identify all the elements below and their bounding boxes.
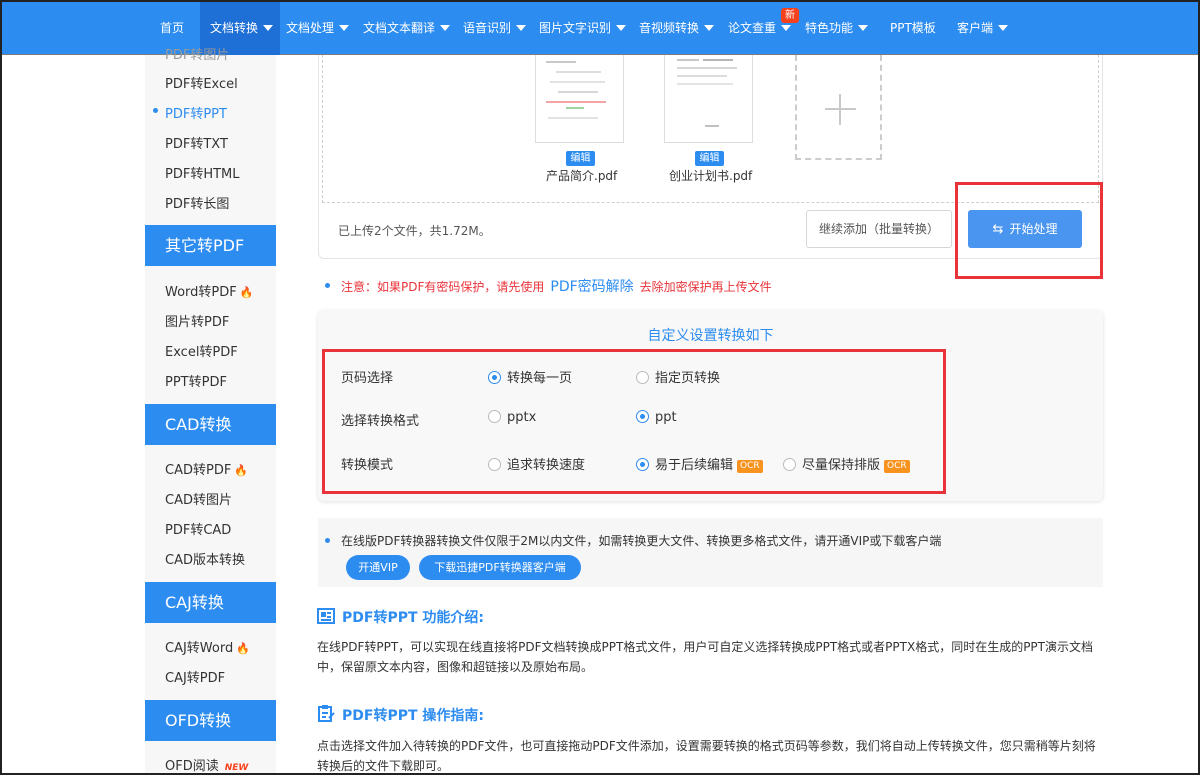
fire-icon: 🔥 xyxy=(234,464,249,477)
sidebar-item-cad-to-pdf[interactable]: CAD转PDF 🔥 xyxy=(165,459,248,478)
password-notice: 注意：如果PDF有密码保护，请先使用 PDF密码解除 去除加密保护再上传文件 xyxy=(341,279,772,295)
nav-doc-process[interactable]: 文档处理 xyxy=(286,2,350,55)
sidebar-item-ppt-to-pdf[interactable]: PPT转PDF xyxy=(165,371,227,390)
fire-icon: 🔥 xyxy=(236,642,250,655)
settings-title: 自定义设置转换如下 xyxy=(647,328,774,344)
bullet xyxy=(325,538,330,543)
new-badge: 新 xyxy=(781,8,799,23)
highlight-box xyxy=(955,182,1103,279)
file-thumbnail xyxy=(535,55,624,143)
continue-add-button[interactable]: 继续添加（批量转换） xyxy=(806,210,952,248)
chevron-down-icon xyxy=(781,25,792,31)
sidebar-item-pdf-to-html[interactable]: PDF转HTML xyxy=(165,163,240,182)
file-thumbnail xyxy=(664,55,753,143)
bullet xyxy=(325,283,330,288)
sidebar-head-other-to-pdf: 其它转PDF xyxy=(145,225,276,266)
sidebar-item-cad-version[interactable]: CAD版本转换 xyxy=(165,549,245,568)
edit-button[interactable]: 编辑 xyxy=(695,151,724,166)
nav-av[interactable]: 音视频转换 xyxy=(639,2,715,55)
download-client-button[interactable]: 下载迅捷PDF转换器客户端 xyxy=(419,555,581,580)
nav-speech[interactable]: 语音识别 xyxy=(463,2,527,55)
chevron-down-icon xyxy=(704,25,715,31)
guide-title: PDF转PPT 操作指南: xyxy=(342,708,484,724)
edit-button[interactable]: 编辑 xyxy=(566,151,595,166)
chevron-down-icon xyxy=(858,25,869,31)
intro-title: PDF转PPT 功能介绍: xyxy=(342,610,484,626)
pdf-password-remove-link[interactable]: PDF密码解除 xyxy=(550,279,633,295)
clipboard-edit-icon xyxy=(318,705,335,722)
upload-summary: 已上传2个文件，共1.72M。 xyxy=(338,224,491,238)
sidebar-item-caj-to-word[interactable]: CAJ转Word 🔥 xyxy=(165,637,250,656)
sidebar: PDF转图片 PDF转Excel PDF转PPT PDF转TXT PDF转HTM… xyxy=(145,48,276,775)
sidebar-item-pdf-to-longimage[interactable]: PDF转长图 xyxy=(165,193,229,212)
vip-notice-text: 在线版PDF转换器转换文件仅限于2M以内文件，如需转换更大文件、转换更多格式文件… xyxy=(341,534,942,548)
nav-client[interactable]: 客户端 xyxy=(957,2,1009,55)
nav-translate[interactable]: 文档文本翻译 xyxy=(363,2,451,55)
intro-text: 在线PDF转PPT，可以实现在线直接将PDF文档转换成PPT格式文件，用户可自定… xyxy=(317,640,1093,674)
chevron-down-icon xyxy=(263,25,274,31)
chevron-down-icon xyxy=(998,25,1009,31)
highlight-box xyxy=(322,349,946,494)
file-name: 产品简介.pdf xyxy=(546,169,618,183)
add-file-button[interactable] xyxy=(795,55,882,160)
sidebar-item-ofd-read[interactable]: OFD阅读 NEW xyxy=(165,755,248,774)
document-icon xyxy=(317,608,335,624)
new-tag: NEW xyxy=(224,763,249,773)
sidebar-item-pdf-to-cad[interactable]: PDF转CAD xyxy=(165,519,231,538)
sidebar-item-pdf-to-ppt[interactable]: PDF转PPT xyxy=(165,103,227,122)
nav-features[interactable]: 特色功能 xyxy=(805,2,869,55)
fire-icon: 🔥 xyxy=(239,286,254,299)
sidebar-item-pdf-to-excel[interactable]: PDF转Excel xyxy=(165,73,238,92)
nav-ppt-template[interactable]: PPT模板 xyxy=(890,2,936,55)
sidebar-head-cad: CAD转换 xyxy=(145,404,276,445)
open-vip-button[interactable]: 开通VIP xyxy=(346,555,410,580)
sidebar-item-pdf-to-txt[interactable]: PDF转TXT xyxy=(165,133,228,152)
chevron-down-icon xyxy=(440,25,451,31)
sidebar-item-cad-to-image[interactable]: CAD转图片 xyxy=(165,489,232,508)
sidebar-item-image-to-pdf[interactable]: 图片转PDF xyxy=(165,311,229,330)
active-dot xyxy=(153,108,158,113)
sidebar-item-excel-to-pdf[interactable]: Excel转PDF xyxy=(165,341,238,360)
sidebar-item-pdf-to-image[interactable]: PDF转图片 xyxy=(165,44,229,63)
chevron-down-icon xyxy=(339,25,350,31)
sidebar-item-word-to-pdf[interactable]: Word转PDF 🔥 xyxy=(165,281,253,300)
sidebar-head-ofd: OFD转换 xyxy=(145,700,276,741)
sidebar-item-caj-to-pdf[interactable]: CAJ转PDF xyxy=(165,667,225,686)
chevron-down-icon xyxy=(516,25,527,31)
nav-ocr[interactable]: 图片文字识别 xyxy=(539,2,627,55)
chevron-down-icon xyxy=(616,25,627,31)
guide-text: 点击选择文件加入待转换的PDF文件，也可直接拖动PDF文件添加，设置需要转换的格… xyxy=(317,739,1096,773)
sidebar-head-caj: CAJ转换 xyxy=(145,582,276,623)
file-name: 创业计划书.pdf xyxy=(669,169,753,183)
